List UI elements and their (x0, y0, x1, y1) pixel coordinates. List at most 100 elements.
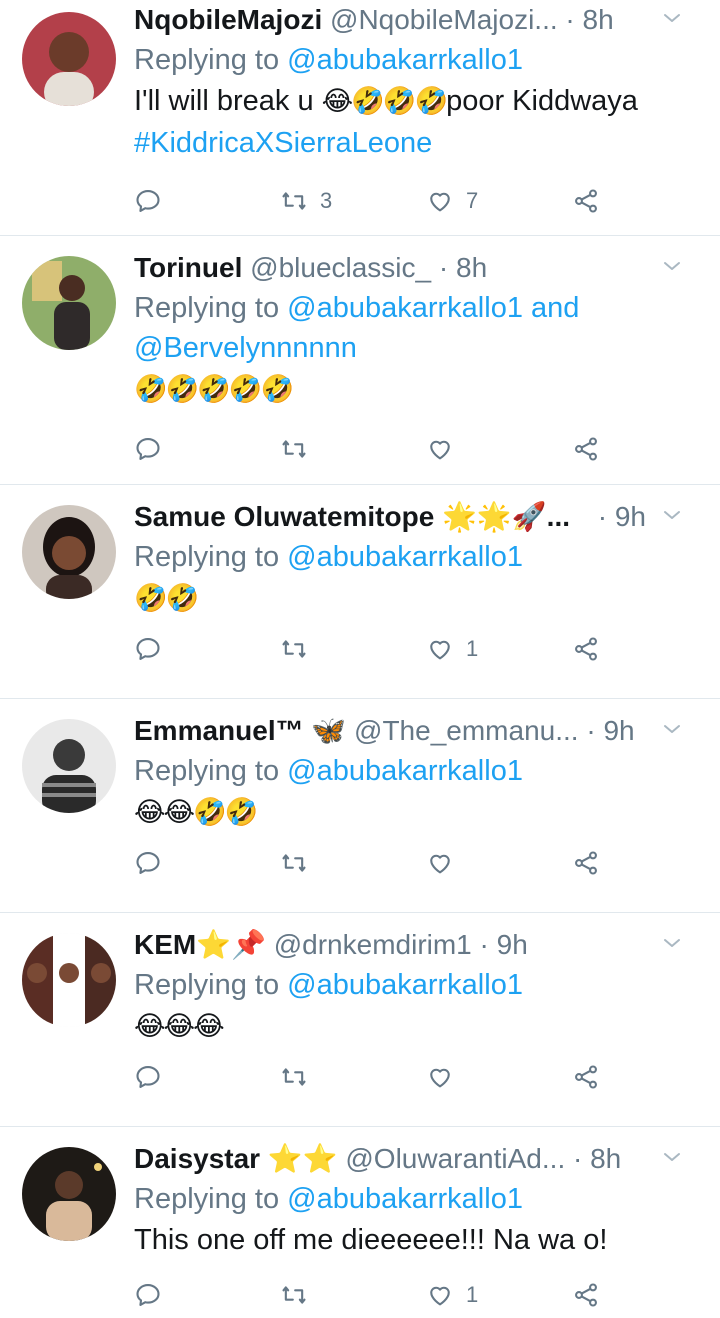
tweet[interactable]: Samue Oluwatemitope 🌟🌟🚀... · 9h Replying… (0, 485, 720, 699)
retweet-button[interactable]: 3 (280, 181, 332, 221)
retweet-button[interactable] (280, 1275, 320, 1315)
like-icon (426, 1281, 454, 1309)
like-icon (426, 435, 454, 463)
timestamp[interactable]: · 8h (573, 1143, 621, 1174)
mention-link[interactable]: @abubakarrkallo1 (287, 44, 523, 76)
mention-link[interactable]: @abubakarrkallo1 (287, 755, 523, 787)
display-name[interactable]: Daisystar ⭐⭐ (134, 1143, 338, 1174)
avatar[interactable] (22, 719, 116, 813)
display-name[interactable]: Samue Oluwatemitope 🌟🌟🚀... (134, 501, 570, 532)
tweet-header: Emmanuel™ 🦋 @The_emmanu... · 9h (134, 711, 708, 751)
replying-to: Replying to @abubakarrkallo1 (134, 40, 708, 80)
timestamp[interactable]: · 9h (480, 929, 528, 960)
reply-button[interactable] (134, 1057, 162, 1097)
share-icon (572, 435, 600, 463)
username[interactable]: @NqobileMajozi... (330, 4, 558, 35)
like-button[interactable]: 1 (426, 1275, 478, 1315)
username[interactable]: @OluwarantiAd... (345, 1143, 565, 1174)
reply-and: and (522, 292, 580, 324)
tweet-actions: 1 (134, 629, 720, 669)
share-button[interactable] (572, 429, 600, 469)
reply-prefix: Replying to (134, 44, 288, 76)
timestamp[interactable]: · 9h (598, 497, 646, 537)
reply-button[interactable] (134, 181, 162, 221)
avatar[interactable] (22, 12, 116, 106)
avatar[interactable] (22, 1147, 116, 1241)
mention-link[interactable]: @abubakarrkallo1 (287, 292, 523, 324)
avatar[interactable] (22, 505, 116, 599)
tweet-actions (134, 1057, 720, 1097)
mention-link[interactable]: @abubakarrkallo1 (287, 969, 523, 1001)
reply-button[interactable] (134, 429, 162, 469)
like-button[interactable] (426, 429, 466, 469)
like-button[interactable]: 7 (426, 181, 478, 221)
retweet-icon (280, 435, 308, 463)
timestamp[interactable]: · 9h (586, 715, 634, 746)
like-button[interactable]: 1 (426, 629, 478, 669)
chevron-down-icon[interactable] (660, 6, 684, 30)
reply-prefix: Replying to (134, 969, 288, 1001)
share-button[interactable] (572, 629, 600, 669)
share-icon (572, 187, 600, 215)
retweet-button[interactable] (280, 629, 320, 669)
username[interactable]: @The_emmanu... (354, 715, 579, 746)
tweet-text-start: I'll will break u (134, 85, 322, 117)
timestamp[interactable]: · 8h (565, 4, 613, 35)
avatar[interactable] (22, 256, 116, 350)
reply-icon (134, 849, 162, 877)
tweet-header: Daisystar ⭐⭐ @OluwarantiAd... · 8h (134, 1139, 708, 1179)
share-button[interactable] (572, 181, 600, 221)
chevron-down-icon[interactable] (660, 503, 684, 527)
retweet-icon (280, 635, 308, 663)
retweet-button[interactable] (280, 429, 320, 469)
tweet-text: This one off me dieeeeee!!! Na wa o! (134, 1224, 608, 1256)
hashtag-link[interactable]: #KiddricaXSierraLeone (134, 127, 432, 159)
tweet-actions (134, 843, 720, 883)
display-name[interactable]: NqobileMajozi (134, 4, 322, 35)
share-button[interactable] (572, 843, 600, 883)
mention-link[interactable]: @abubakarrkallo1 (287, 1183, 523, 1215)
reply-icon (134, 187, 162, 215)
retweet-button[interactable] (280, 843, 320, 883)
mention-link[interactable]: @Bervelynnnnnn (134, 332, 357, 364)
reply-button[interactable] (134, 1275, 162, 1315)
like-icon (426, 187, 454, 215)
display-name[interactable]: Torinuel (134, 252, 242, 283)
tweet-actions: 1 (134, 1275, 720, 1315)
tweet[interactable]: NqobileMajozi @NqobileMajozi... · 8h Rep… (0, 0, 720, 236)
like-count: 1 (466, 636, 479, 661)
display-name[interactable]: Emmanuel™ 🦋 (134, 715, 346, 746)
reply-button[interactable] (134, 629, 162, 669)
tweet-text: 😂😂😂 (134, 1005, 708, 1047)
like-count: 7 (466, 188, 479, 213)
chevron-down-icon[interactable] (660, 717, 684, 741)
tweet-header: KEM⭐📌 @drnkemdirim1 · 9h (134, 925, 708, 965)
tweet-header: NqobileMajozi @NqobileMajozi... · 8h (134, 0, 708, 40)
tweet-text: 🤣🤣 (134, 577, 708, 619)
tweet-header: Torinuel @blueclassic_ · 8h (134, 248, 708, 288)
share-button[interactable] (572, 1057, 600, 1097)
like-button[interactable] (426, 1057, 466, 1097)
like-icon (426, 849, 454, 877)
retweet-button[interactable] (280, 1057, 320, 1097)
chevron-down-icon[interactable] (660, 254, 684, 278)
mention-link[interactable]: @abubakarrkallo1 (287, 541, 523, 573)
chevron-down-icon[interactable] (660, 1145, 684, 1169)
tweet[interactable]: Emmanuel™ 🦋 @The_emmanu... · 9h Replying… (0, 699, 720, 913)
reply-icon (134, 1281, 162, 1309)
username[interactable]: @blueclassic_ (250, 252, 431, 283)
share-button[interactable] (572, 1275, 600, 1315)
tweet-header: Samue Oluwatemitope 🌟🌟🚀... · 9h (134, 497, 708, 537)
reply-button[interactable] (134, 843, 162, 883)
tweet[interactable]: KEM⭐📌 @drnkemdirim1 · 9h Replying to @ab… (0, 913, 720, 1127)
timestamp[interactable]: · 8h (439, 252, 487, 283)
username[interactable]: @drnkemdirim1 (274, 929, 472, 960)
share-icon (572, 1063, 600, 1091)
replying-to: Replying to @abubakarrkallo1 (134, 965, 708, 1005)
avatar[interactable] (22, 933, 116, 1027)
chevron-down-icon[interactable] (660, 931, 684, 955)
like-button[interactable] (426, 843, 466, 883)
tweet[interactable]: Daisystar ⭐⭐ @OluwarantiAd... · 8h Reply… (0, 1127, 720, 1318)
tweet[interactable]: Torinuel @blueclassic_ · 8h Replying to … (0, 236, 720, 485)
display-name[interactable]: KEM⭐📌 (134, 929, 266, 960)
